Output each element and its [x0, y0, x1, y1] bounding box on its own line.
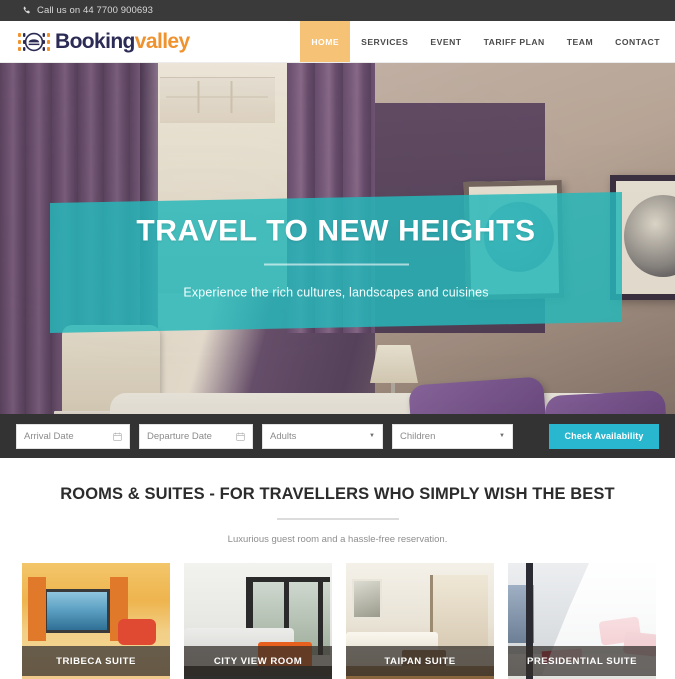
- room-card-label: PRESIDENTIAL SUITE: [508, 646, 656, 676]
- logo-text-primary: Booking: [55, 30, 135, 53]
- rooms-heading: ROOMS & SUITES - FOR TRAVELLERS WHO SIMP…: [60, 485, 615, 503]
- room-card-presidential-suite[interactable]: PRESIDENTIAL SUITE: [508, 563, 656, 679]
- departure-date-text: Departure Date: [147, 430, 212, 442]
- bed-badge-icon: [18, 31, 50, 53]
- hero-divider: [263, 263, 409, 266]
- nav-item-contact[interactable]: CONTACT: [604, 21, 671, 62]
- nav-item-home[interactable]: HOME: [300, 21, 351, 62]
- main-navigation: HOME SERVICES EVENT TARIFF PLAN TEAM CON…: [300, 21, 675, 62]
- phone-number-text: Call us on 44 7700 900693: [37, 5, 154, 16]
- calendar-icon[interactable]: [236, 432, 245, 441]
- logo-text: Bookingvalley: [55, 31, 190, 52]
- children-select-value: Children: [400, 430, 436, 442]
- arrival-date-input[interactable]: Arrival Date: [16, 423, 130, 449]
- room-card-label: TRIBECA SUITE: [22, 646, 170, 676]
- arrival-date-text: Arrival Date: [24, 430, 74, 442]
- hero-section: TRAVEL TO NEW HEIGHTS Experience the ric…: [0, 63, 675, 414]
- logo-text-secondary: valley: [134, 30, 190, 53]
- nav-item-services[interactable]: SERVICES: [350, 21, 419, 62]
- children-select[interactable]: Children ▼: [392, 423, 513, 449]
- departure-date-input[interactable]: Departure Date: [139, 423, 253, 449]
- rooms-divider: [276, 518, 399, 520]
- site-header: Bookingvalley HOME SERVICES EVENT TARIFF…: [0, 21, 675, 63]
- logo[interactable]: Bookingvalley: [0, 21, 190, 62]
- hero-subtitle: Experience the rich cultures, landscapes…: [183, 285, 489, 300]
- room-card-taipan-suite[interactable]: TAIPAN SUITE: [346, 563, 494, 679]
- chevron-down-icon[interactable]: ▼: [369, 433, 375, 439]
- phone-icon: [22, 6, 31, 15]
- nav-item-event[interactable]: EVENT: [419, 21, 472, 62]
- hero-banner: TRAVEL TO NEW HEIGHTS Experience the ric…: [50, 192, 622, 333]
- adults-select-value: Adults: [270, 430, 297, 442]
- room-card-tribeca-suite[interactable]: TRIBECA SUITE: [22, 563, 170, 679]
- calendar-icon[interactable]: [113, 432, 122, 441]
- room-card-label: CITY VIEW ROOM: [184, 646, 332, 676]
- hero-title: TRAVEL TO NEW HEIGHTS: [136, 214, 536, 248]
- check-availability-button[interactable]: Check Availability: [549, 423, 659, 449]
- room-card-label: TAIPAN SUITE: [346, 646, 494, 676]
- nav-item-tariff-plan[interactable]: TARIFF PLAN: [473, 21, 556, 62]
- nav-item-team[interactable]: TEAM: [556, 21, 604, 62]
- rooms-section: ROOMS & SUITES - FOR TRAVELLERS WHO SIMP…: [0, 458, 675, 679]
- page-root: Call us on 44 7700 900693 Bookingvalley …: [0, 0, 675, 679]
- top-contact-bar: Call us on 44 7700 900693: [0, 0, 675, 21]
- adults-select[interactable]: Adults ▼: [262, 423, 383, 449]
- room-card-list: TRIBECA SUITE CITY VIEW ROOM TAIPAN SUIT…: [0, 545, 675, 679]
- booking-search-bar: Arrival Date Departure Date Adults ▼ Chi…: [0, 414, 675, 458]
- room-card-city-view-room[interactable]: CITY VIEW ROOM: [184, 563, 332, 679]
- chevron-down-icon[interactable]: ▼: [499, 433, 505, 439]
- rooms-subheading: Luxurious guest room and a hassle-free r…: [227, 534, 448, 545]
